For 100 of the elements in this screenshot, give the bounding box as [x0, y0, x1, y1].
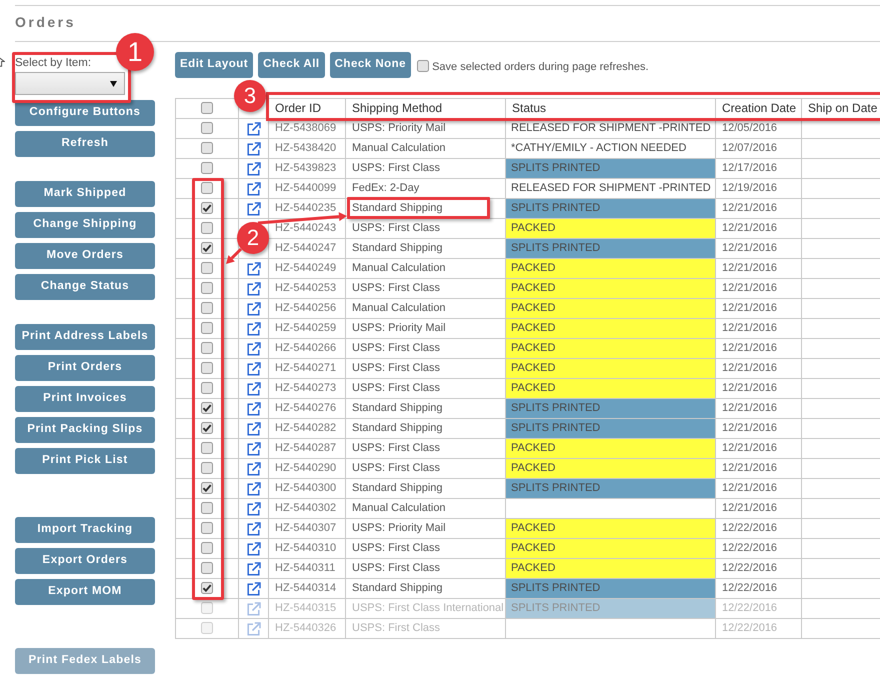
order-id: HZ-5440326 [275, 622, 336, 634]
sidebar-button[interactable]: Print Packing Slips [15, 417, 155, 443]
creation-date: 12/21/2016 [722, 342, 778, 354]
creation-date: 12/17/2016 [722, 162, 778, 174]
status-cell: SPLITS PRINTED [506, 478, 716, 498]
sidebar-button[interactable]: Print Orders [15, 355, 155, 381]
creation-date: 12/22/2016 [722, 602, 778, 614]
creation-date: 12/05/2016 [722, 122, 778, 134]
creation-date: 12/21/2016 [722, 262, 778, 274]
checkbox[interactable] [201, 582, 213, 594]
checkbox[interactable] [201, 102, 213, 114]
external-link-icon[interactable] [246, 582, 260, 596]
external-link-icon[interactable] [246, 342, 260, 356]
checkbox[interactable] [201, 242, 213, 254]
sidebar-button[interactable]: Mark Shipped [15, 181, 155, 207]
checkbox[interactable] [201, 362, 213, 374]
external-link-icon[interactable] [246, 142, 260, 156]
sidebar-button[interactable]: Move Orders [15, 243, 155, 269]
external-link-icon[interactable] [246, 362, 260, 376]
status-cell: SPLITS PRINTED [506, 198, 716, 218]
toolbar-button[interactable]: Check All [258, 52, 325, 78]
creation-date: 12/22/2016 [722, 562, 778, 574]
checkbox[interactable] [201, 202, 213, 214]
sidebar-button[interactable]: Change Status [15, 274, 155, 300]
external-link-icon[interactable] [246, 162, 260, 176]
shipping-method: Manual Calculation [352, 142, 446, 154]
checkbox[interactable] [201, 302, 213, 314]
checkbox[interactable] [201, 122, 213, 134]
checkbox[interactable] [201, 402, 213, 414]
sidebar-button[interactable]: Export Orders [15, 548, 155, 574]
external-link-icon[interactable] [246, 262, 260, 276]
external-link-icon[interactable] [246, 202, 260, 216]
status-cell: PACKED [506, 438, 716, 458]
checkbox[interactable] [201, 322, 213, 334]
checkbox[interactable] [201, 562, 213, 574]
toolbar-button[interactable]: Check None [330, 52, 412, 78]
external-link-icon[interactable] [246, 302, 260, 316]
sidebar-button[interactable]: Configure Buttons [15, 100, 155, 126]
checkbox[interactable] [201, 522, 213, 534]
creation-date: 12/21/2016 [722, 222, 778, 234]
external-link-icon[interactable] [246, 562, 260, 576]
sidebar-button[interactable]: Print Invoices [15, 386, 155, 412]
checkbox[interactable] [201, 142, 213, 154]
status-cell: PACKED [506, 558, 716, 578]
checkbox[interactable] [201, 262, 213, 274]
external-link-icon[interactable] [246, 122, 260, 136]
shipping-method: Standard Shipping [352, 202, 443, 214]
creation-date: 12/07/2016 [722, 142, 778, 154]
sidebar-button[interactable]: Refresh [15, 131, 155, 157]
checkbox[interactable] [201, 422, 213, 434]
external-link-icon[interactable] [246, 542, 260, 556]
checkbox[interactable] [201, 622, 213, 634]
sidebar-button[interactable]: Export MOM [15, 579, 155, 605]
shipping-method: USPS: First Class [352, 362, 440, 374]
external-link-icon[interactable] [246, 462, 260, 476]
status-cell: PACKED [506, 458, 716, 478]
status-cell: PACKED [506, 318, 716, 338]
checkbox[interactable] [201, 342, 213, 354]
external-link-icon[interactable] [246, 482, 260, 496]
shipping-method: USPS: First Class [352, 442, 440, 454]
checkbox[interactable] [201, 222, 213, 234]
caret-icon [110, 80, 117, 86]
checkbox[interactable] [201, 542, 213, 554]
external-link-icon[interactable] [246, 322, 260, 336]
creation-date: 12/21/2016 [722, 442, 778, 454]
sidebar-button[interactable]: Print Pick List [15, 448, 155, 474]
sidebar-button[interactable]: Import Tracking [15, 517, 155, 543]
order-id: HZ-5440243 [275, 222, 336, 234]
external-link-icon[interactable] [246, 442, 260, 456]
creation-date: 12/21/2016 [722, 482, 778, 494]
checkbox[interactable] [201, 482, 213, 494]
external-link-icon[interactable] [246, 422, 260, 436]
external-link-icon[interactable] [246, 282, 260, 296]
step-number-badge: 2 [237, 222, 269, 254]
external-link-icon[interactable] [246, 182, 260, 196]
order-id: HZ-5440290 [275, 462, 336, 474]
column-header: Status [512, 101, 546, 115]
checkbox[interactable] [201, 382, 213, 394]
toolbar-button[interactable]: Edit Layout [175, 52, 254, 78]
checkbox[interactable] [201, 442, 213, 454]
checkbox[interactable] [201, 162, 213, 174]
sidebar-button[interactable]: Change Shipping [15, 212, 155, 238]
checkbox[interactable] [201, 602, 213, 614]
sidebar-button[interactable]: Print Fedex Labels [15, 648, 155, 674]
checkbox[interactable] [201, 502, 213, 514]
checkbox[interactable] [201, 282, 213, 294]
status-cell: PACKED [506, 378, 716, 398]
checkbox[interactable] [201, 182, 213, 194]
sidebar-button[interactable]: Print Address Labels [15, 324, 155, 350]
shipping-method: Standard Shipping [352, 242, 443, 254]
external-link-icon[interactable] [246, 502, 260, 516]
order-id: HZ-5440273 [275, 382, 336, 394]
creation-date: 12/21/2016 [722, 422, 778, 434]
checkbox[interactable] [417, 60, 430, 72]
creation-date: 12/21/2016 [722, 402, 778, 414]
checkbox[interactable] [201, 462, 213, 474]
order-id: HZ-5440282 [275, 422, 336, 434]
external-link-icon[interactable] [246, 522, 260, 536]
external-link-icon[interactable] [246, 382, 260, 396]
external-link-icon[interactable] [246, 402, 260, 416]
